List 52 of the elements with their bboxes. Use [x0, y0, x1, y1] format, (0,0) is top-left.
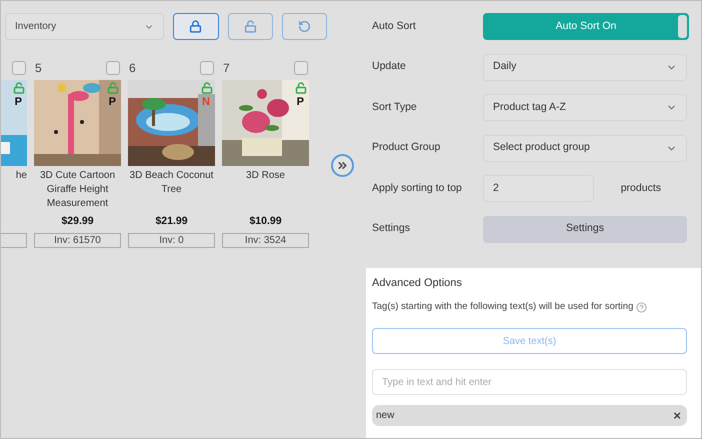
remove-tag-button[interactable]: × — [673, 409, 681, 422]
product-price: $10.99 — [249, 214, 282, 230]
settings-button[interactable]: Settings — [483, 216, 687, 242]
select-field[interactable]: Product tag A-Z — [483, 94, 687, 121]
setting-label: Sort Type — [372, 100, 418, 115]
tag-label: new — [376, 409, 394, 424]
select-checkbox[interactable] — [106, 61, 120, 75]
chevrons-right-icon — [336, 159, 349, 172]
unlock-button[interactable] — [228, 13, 273, 40]
badge-letter: P — [296, 97, 304, 108]
product-title: 3D Cute Cartoon Giraffe Height Measurement — [38, 169, 116, 211]
inventory-box: Inv: 3524 — [222, 233, 309, 248]
inventory-select[interactable]: Inventory — [5, 13, 164, 40]
next-button[interactable] — [331, 154, 354, 177]
product-price: $21.99 — [155, 214, 188, 230]
unlock-icon[interactable] — [295, 82, 307, 94]
suffix-label: products — [620, 180, 661, 196]
unlock-icon[interactable] — [13, 82, 25, 94]
setting-label: Update — [372, 59, 407, 74]
product-number: 5 — [34, 60, 42, 77]
inventory-box: Inv: 61570 — [34, 233, 121, 248]
badge-letter: N — [202, 97, 210, 108]
product-number: 6 — [128, 60, 136, 77]
badge-letter: P — [108, 97, 116, 108]
number-field[interactable]: 2 — [483, 175, 594, 202]
help-icon[interactable] — [636, 302, 648, 313]
reset-button[interactable] — [282, 13, 327, 40]
select-field[interactable]: Select product group — [483, 134, 687, 162]
setting-label: Settings — [372, 221, 411, 236]
undo-icon — [298, 20, 311, 33]
product-title: 3D Rose — [245, 169, 286, 183]
unlock-icon — [244, 20, 257, 33]
setting-label: Apply sorting to top — [372, 180, 463, 196]
tag-input-field[interactable]: Type in text and hit enter — [372, 369, 687, 396]
select-checkbox[interactable] — [12, 61, 26, 75]
setting-label: Product Group — [372, 140, 442, 156]
inventory-box: Inv: 0 — [128, 233, 215, 248]
badge-letter: P — [14, 97, 22, 108]
product-number: 7 — [222, 60, 230, 77]
unlock-icon[interactable] — [107, 82, 119, 94]
product-price: $29.99 — [61, 214, 94, 230]
section-title: Advanced Options — [372, 276, 463, 290]
product-title: he — [16, 169, 27, 183]
setting-label: Auto Sort — [372, 18, 417, 34]
description-text: Tag(s) starting with the following text(s) will be used for sorting — [372, 300, 634, 314]
product-title: 3D Beach Coconut Tree — [128, 169, 214, 197]
unlock-icon[interactable] — [201, 82, 213, 94]
lock-button[interactable] — [173, 13, 219, 40]
select-checkbox[interactable] — [294, 61, 308, 75]
lock-icon — [189, 20, 202, 33]
select-checkbox[interactable] — [200, 61, 214, 75]
select-field[interactable]: Daily — [483, 54, 687, 80]
